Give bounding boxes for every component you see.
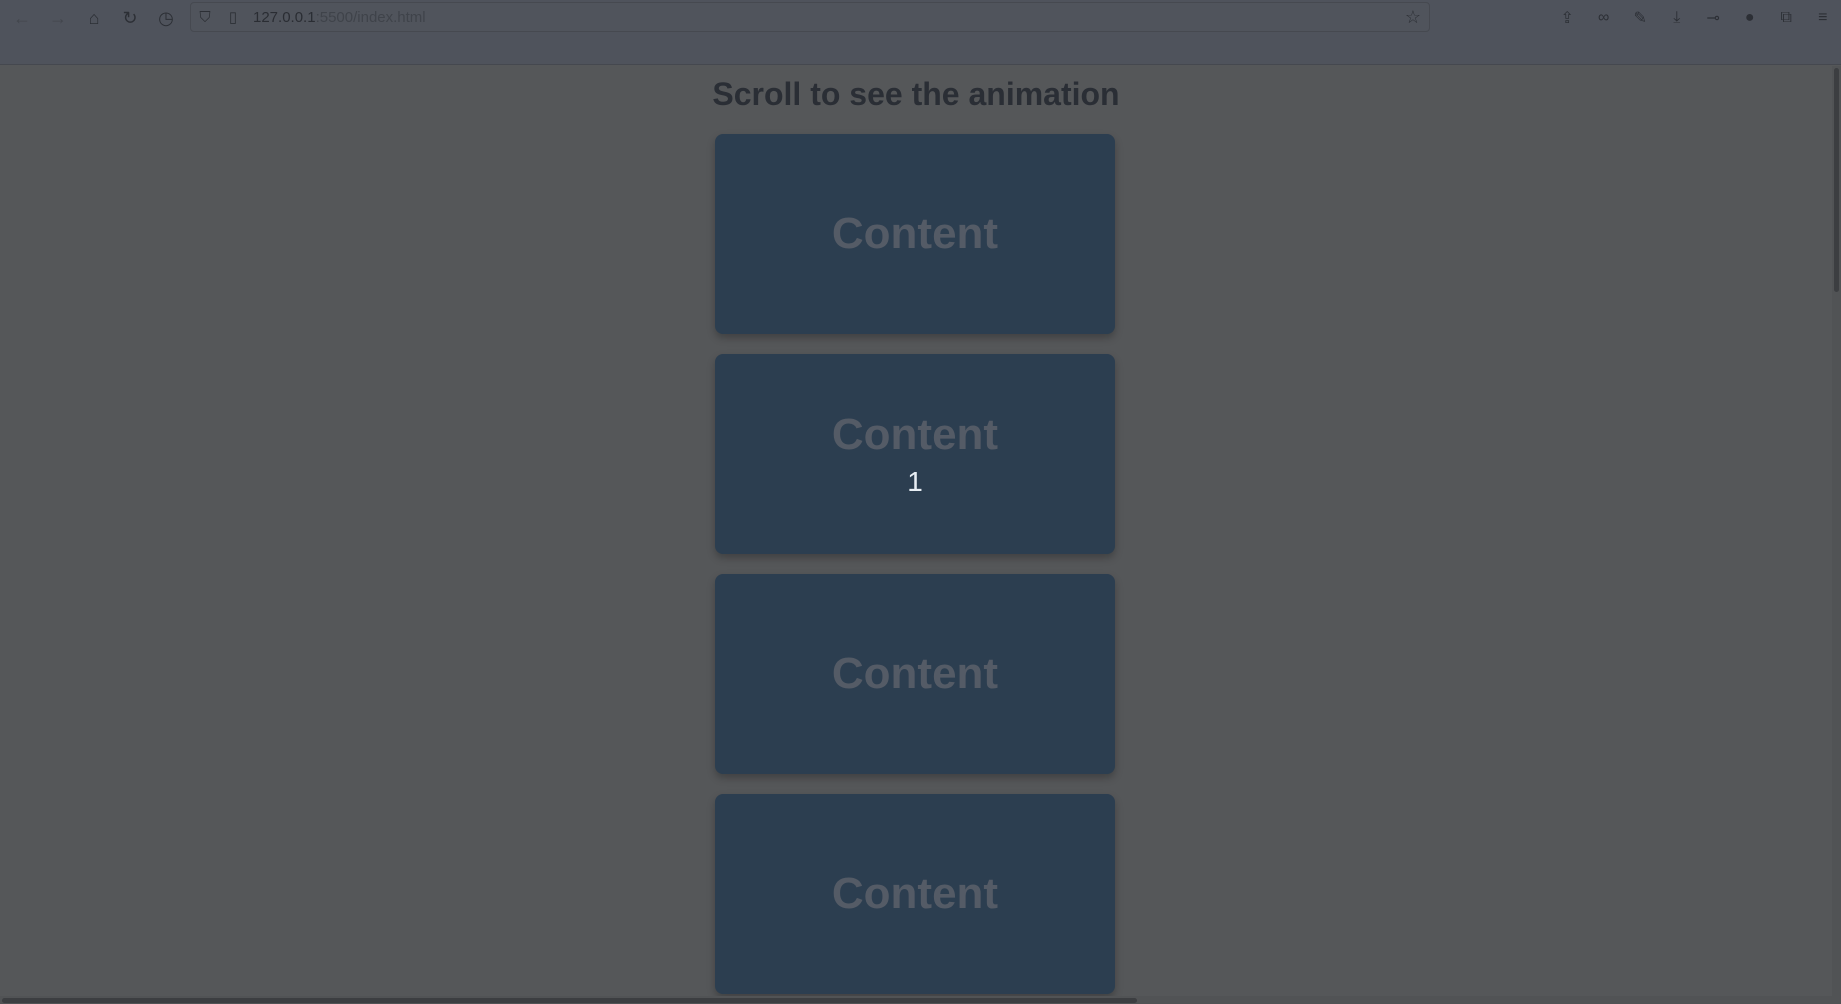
url-path: :5500/index.html: [315, 8, 426, 26]
key-icon[interactable]: ⊸: [1695, 4, 1732, 32]
vertical-scrollbar[interactable]: [1832, 66, 1841, 996]
bookmark-star-icon[interactable]: ☆: [1405, 7, 1421, 28]
home-icon[interactable]: ⌂: [80, 4, 108, 32]
card-counter: 1: [907, 466, 923, 497]
scroll-thumb[interactable]: [1834, 68, 1839, 292]
content-card: Content 1: [715, 354, 1115, 554]
scroll-thumb[interactable]: [2, 998, 1137, 1003]
wrench-icon[interactable]: ✎: [1622, 4, 1659, 32]
forward-arrow-icon[interactable]: →: [44, 4, 72, 32]
account-icon[interactable]: ●: [1732, 4, 1769, 32]
content-card: Content: [715, 794, 1115, 994]
address-bar[interactable]: ⛉ ▯ 127.0.0.1:5500/index.html ☆: [190, 2, 1430, 32]
content-card: Content: [715, 134, 1115, 334]
page-title: Scroll to see the animation: [712, 76, 1120, 112]
url-host: 127.0.0.1: [253, 8, 316, 26]
page-content: Scroll to see the animation Content Cont…: [0, 66, 1832, 996]
shield-icon[interactable]: ⛉: [191, 9, 219, 26]
pocket-icon[interactable]: ⇪: [1549, 4, 1586, 32]
download-icon[interactable]: ⤓: [1659, 4, 1696, 32]
menu-icon[interactable]: ≡: [1805, 4, 1841, 32]
history-icon[interactable]: ◷: [152, 4, 180, 32]
reload-icon[interactable]: ↻: [116, 4, 144, 32]
browser-toolbar: ← → ⌂ ↻ ◷ ⛉ ▯ 127.0.0.1:5500/index.html …: [0, 0, 1841, 65]
card-label: Content: [831, 649, 999, 698]
card-label: Content: [831, 410, 999, 459]
card-label: Content: [831, 869, 999, 918]
extensions-icon[interactable]: ⧉: [1768, 4, 1805, 32]
card-label: Content: [831, 209, 999, 258]
back-arrow-icon[interactable]: ←: [8, 4, 36, 32]
mask-icon[interactable]: ∞: [1586, 4, 1623, 32]
page-icon: ▯: [228, 9, 238, 26]
content-card: Content: [715, 574, 1115, 774]
horizontal-scrollbar[interactable]: [0, 996, 1841, 1004]
